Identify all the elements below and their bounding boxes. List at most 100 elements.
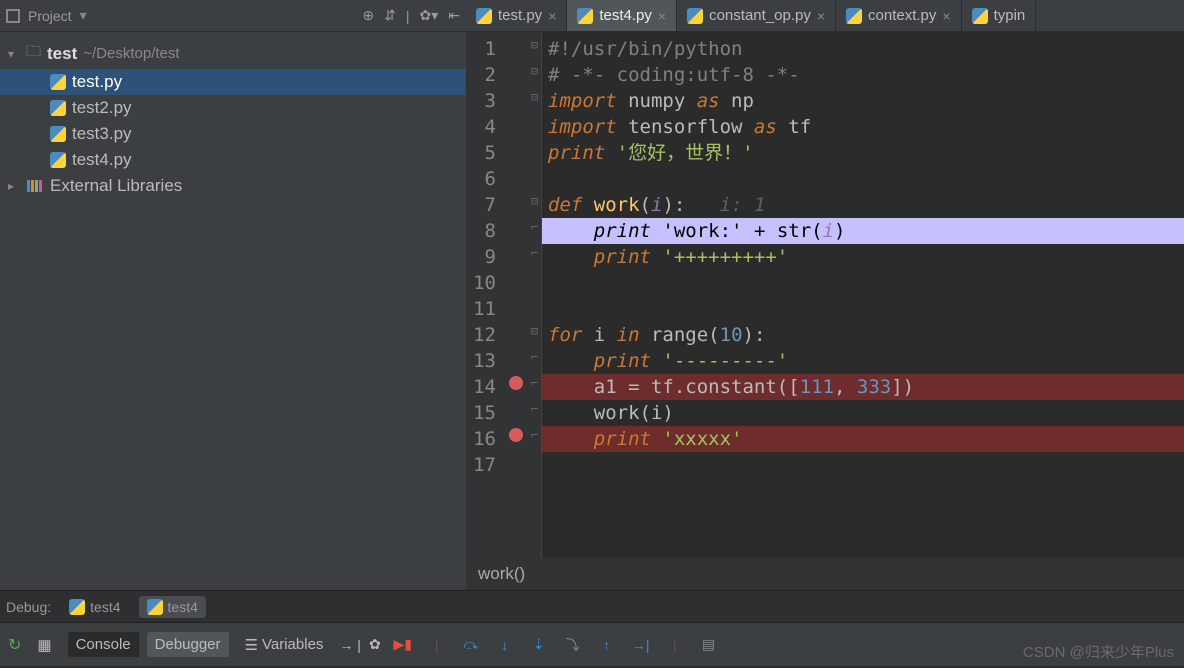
fold-gutter[interactable]: [528, 136, 541, 162]
file-item-2[interactable]: test3.py: [0, 121, 466, 147]
fold-gutter[interactable]: ⌐: [528, 422, 541, 448]
file-item-0[interactable]: test.py: [0, 69, 466, 95]
line-number: 5: [470, 140, 496, 166]
breakpoint-gutter[interactable]: [504, 162, 528, 188]
fold-gutter[interactable]: ⌐: [528, 240, 541, 266]
force-step-icon[interactable]: ⤵: [559, 631, 587, 659]
code-line-2[interactable]: # -*- coding:utf-8 -*-: [542, 62, 1184, 88]
layout-icon[interactable]: ▦: [29, 632, 59, 658]
code-line-3[interactable]: import numpy as np: [542, 88, 1184, 114]
step-into-my-icon[interactable]: ⇣: [525, 631, 553, 659]
fold-gutter[interactable]: ⊟: [528, 32, 541, 58]
code-line-14[interactable]: a1 = tf.constant([111, 333]): [542, 374, 1184, 400]
breakpoint-gutter[interactable]: [504, 396, 528, 422]
close-icon[interactable]: ×: [942, 8, 950, 24]
breakpoint-icon[interactable]: [509, 376, 523, 390]
breakpoint-gutter[interactable]: [504, 58, 528, 84]
breakpoint-gutter[interactable]: [504, 32, 528, 58]
code-line-17[interactable]: [542, 452, 1184, 478]
file-item-1[interactable]: test2.py: [0, 95, 466, 121]
rerun-icon[interactable]: ↻: [8, 635, 21, 655]
project-root[interactable]: ▾🗀test ~/Desktop/test: [0, 38, 466, 69]
code-line-16[interactable]: print 'xxxxx': [542, 426, 1184, 452]
line-number: 6: [470, 166, 496, 192]
breakpoint-gutter[interactable]: [504, 136, 528, 162]
breakpoint-gutter[interactable]: [504, 214, 528, 240]
code-line-4[interactable]: import tensorflow as tf: [542, 114, 1184, 140]
fold-gutter[interactable]: [528, 162, 541, 188]
fold-gutter[interactable]: ⊟: [528, 58, 541, 84]
external-libraries[interactable]: ▸External Libraries: [0, 173, 466, 199]
fold-gutter[interactable]: ⊟: [528, 318, 541, 344]
breakpoint-gutter[interactable]: [504, 292, 528, 318]
breakpoint-gutter[interactable]: [504, 344, 528, 370]
line-number: 10: [470, 270, 496, 296]
editor-tab-4[interactable]: typin: [962, 0, 1037, 31]
editor-tab-1[interactable]: test4.py×: [567, 0, 677, 31]
gear-icon[interactable]: ✿▾: [420, 7, 439, 24]
editor-tab-3[interactable]: context.py×: [836, 0, 962, 31]
editor-tab-0[interactable]: test.py×: [466, 0, 567, 31]
show-execution-icon[interactable]: ▶▮: [389, 631, 417, 659]
code-line-13[interactable]: print '---------': [542, 348, 1184, 374]
breakpoint-gutter[interactable]: [504, 448, 528, 474]
breakpoint-gutter[interactable]: [504, 188, 528, 214]
close-icon[interactable]: ×: [548, 8, 556, 24]
file-item-3[interactable]: test4.py: [0, 147, 466, 173]
sort-icon[interactable]: ⇵: [384, 7, 396, 24]
code-line-12[interactable]: for i in range(10):: [542, 322, 1184, 348]
breakpoint-gutter[interactable]: [504, 318, 528, 344]
debugger-tab[interactable]: Debugger: [147, 632, 229, 657]
breakpoint-gutter[interactable]: [504, 110, 528, 136]
chevron-down-icon[interactable]: ▾: [80, 7, 87, 24]
console-tab[interactable]: Console: [68, 632, 139, 657]
editor-tab-2[interactable]: constant_op.py×: [677, 0, 836, 31]
close-icon[interactable]: ×: [658, 8, 666, 24]
gear-small-icon[interactable]: ✿: [369, 636, 381, 653]
run-to-cursor-icon[interactable]: →|: [627, 631, 655, 659]
debug-config-1[interactable]: test4: [139, 596, 206, 618]
chevron-right-icon[interactable]: ▸: [8, 179, 20, 193]
fold-gutter[interactable]: ⌐: [528, 214, 541, 240]
fold-gutter[interactable]: [528, 266, 541, 292]
python-file-icon: [50, 152, 66, 168]
breakpoint-gutter[interactable]: [504, 370, 528, 396]
breakpoint-gutter[interactable]: [504, 84, 528, 110]
fold-gutter[interactable]: ⌐: [528, 344, 541, 370]
code-line-15[interactable]: work(i): [542, 400, 1184, 426]
line-number: 13: [470, 348, 496, 374]
step-over-icon[interactable]: ⤼: [457, 631, 485, 659]
code-line-10[interactable]: [542, 270, 1184, 296]
code-line-8[interactable]: print 'work:' + str(i): [542, 218, 1184, 244]
breakpoint-gutter[interactable]: [504, 266, 528, 292]
project-view-icon[interactable]: [6, 9, 20, 23]
collapse-icon[interactable]: ⇤: [448, 7, 460, 24]
fold-gutter[interactable]: ⌐: [528, 396, 541, 422]
code-line-11[interactable]: [542, 296, 1184, 322]
code-line-9[interactable]: print '+++++++++': [542, 244, 1184, 270]
debug-config-0[interactable]: test4: [61, 596, 128, 618]
fold-gutter[interactable]: [528, 292, 541, 318]
evaluate-icon[interactable]: ▤: [695, 631, 723, 659]
fold-gutter[interactable]: [528, 448, 541, 474]
code-editor[interactable]: 1234567891011121314151617 ⊟⊟⊟⊟⌐⌐⊟⌐⌐⌐⌐ #!…: [466, 32, 1184, 590]
breakpoint-gutter[interactable]: [504, 240, 528, 266]
step-into-icon[interactable]: ↓: [491, 631, 519, 659]
step-out-icon[interactable]: ↑: [593, 631, 621, 659]
close-icon[interactable]: ×: [817, 8, 825, 24]
variables-tab[interactable]: ☰ Variables: [237, 632, 332, 658]
breakpoint-gutter[interactable]: [504, 422, 528, 448]
breakpoint-icon[interactable]: [509, 428, 523, 442]
code-line-7[interactable]: def work(i): i: 1: [542, 192, 1184, 218]
fold-gutter[interactable]: ⊟: [528, 188, 541, 214]
code-line-6[interactable]: [542, 166, 1184, 192]
code-line-5[interactable]: print '您好，世界！': [542, 140, 1184, 166]
code-line-1[interactable]: #!/usr/bin/python: [542, 36, 1184, 62]
fold-gutter[interactable]: ⌐: [528, 370, 541, 396]
target-icon[interactable]: ⊕: [362, 7, 374, 24]
fold-gutter[interactable]: ⊟: [528, 84, 541, 110]
fold-gutter[interactable]: [528, 110, 541, 136]
forward-icon[interactable]: → |: [339, 637, 361, 653]
chevron-down-icon[interactable]: ▾: [8, 47, 20, 61]
breadcrumb[interactable]: work(): [466, 558, 1184, 590]
